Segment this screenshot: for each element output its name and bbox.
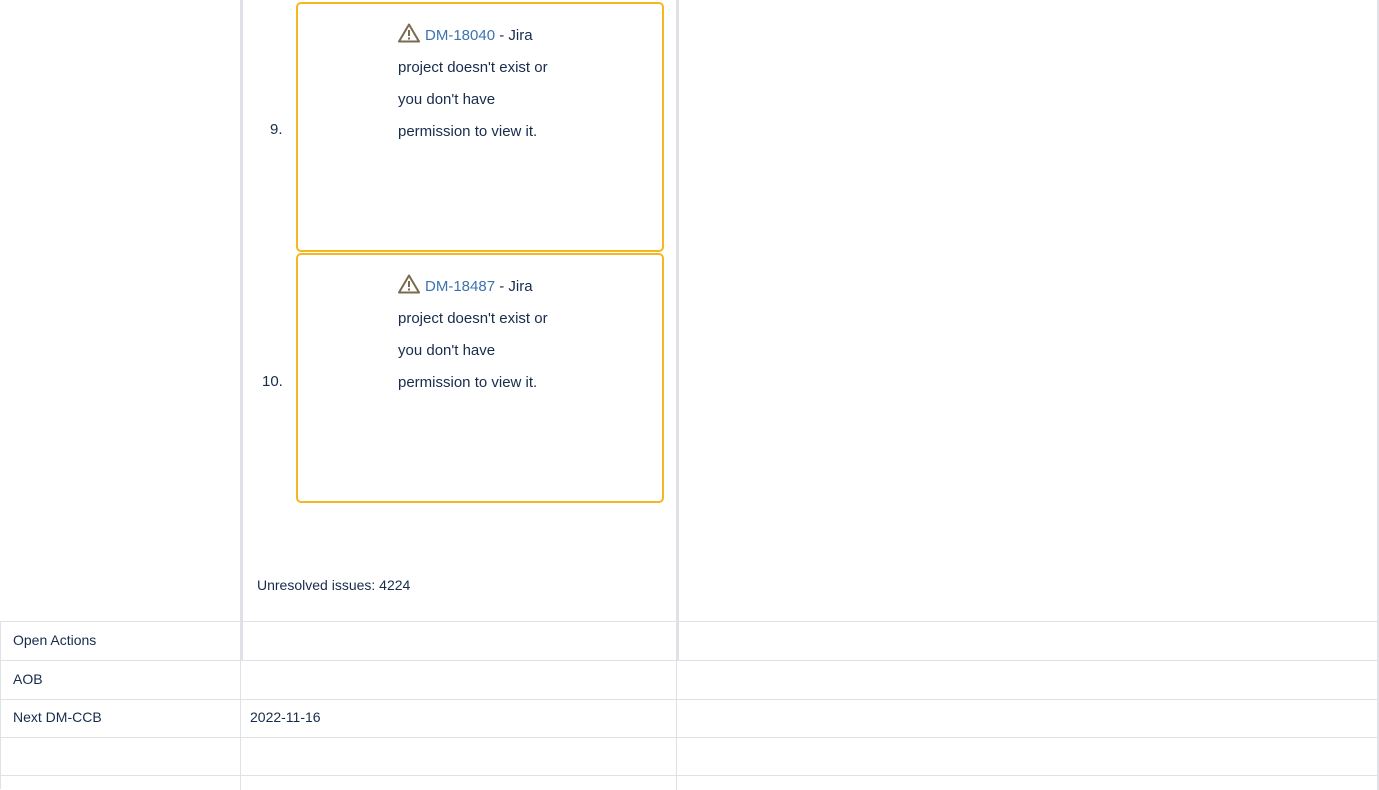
row-label-next-dm-ccb: Next DM-CCB xyxy=(13,709,102,725)
row-label-aob: AOB xyxy=(13,671,43,687)
row-value-next-dm-ccb: 2022-11-16 xyxy=(250,709,321,725)
jira-error-text: project doesn't exist or xyxy=(398,310,548,327)
warning-icon xyxy=(398,274,420,294)
column-divider-1-lower xyxy=(240,660,241,790)
row-divider xyxy=(0,737,1379,738)
jira-issue-message: DM-18040 - Jira project doesn't exist or… xyxy=(398,20,628,148)
row-divider xyxy=(0,775,1379,776)
jira-issue-card: DM-18487 - Jira project doesn't exist or… xyxy=(296,253,664,503)
table-left-border xyxy=(0,621,1,789)
column-divider-2 xyxy=(676,0,679,660)
list-number: 10. xyxy=(262,373,283,390)
column-divider-1 xyxy=(240,0,243,660)
row-divider xyxy=(0,621,1379,622)
jira-error-text: you don't have xyxy=(398,342,496,359)
row-divider xyxy=(0,660,1379,661)
row-label-open-actions: Open Actions xyxy=(13,632,97,648)
jira-error-text: project doesn't exist or xyxy=(398,59,548,76)
row-divider xyxy=(0,699,1379,700)
column-divider-2-lower xyxy=(676,660,677,790)
jira-error-text: - Jira xyxy=(495,27,533,44)
warning-icon xyxy=(398,23,420,43)
jira-error-text: you don't have xyxy=(398,91,496,108)
jira-issue-link[interactable]: DM-18040 xyxy=(425,27,495,44)
jira-issue-link[interactable]: DM-18487 xyxy=(425,278,495,295)
jira-issue-card: DM-18040 - Jira project doesn't exist or… xyxy=(296,2,664,252)
unresolved-issues-count: Unresolved issues: 4224 xyxy=(257,577,411,593)
jira-issue-message: DM-18487 - Jira project doesn't exist or… xyxy=(398,271,628,399)
jira-error-text: - Jira xyxy=(495,278,533,295)
jira-error-text: permission to view it. xyxy=(398,374,538,391)
list-number: 9. xyxy=(270,121,283,138)
jira-error-text: permission to view it. xyxy=(398,123,538,140)
